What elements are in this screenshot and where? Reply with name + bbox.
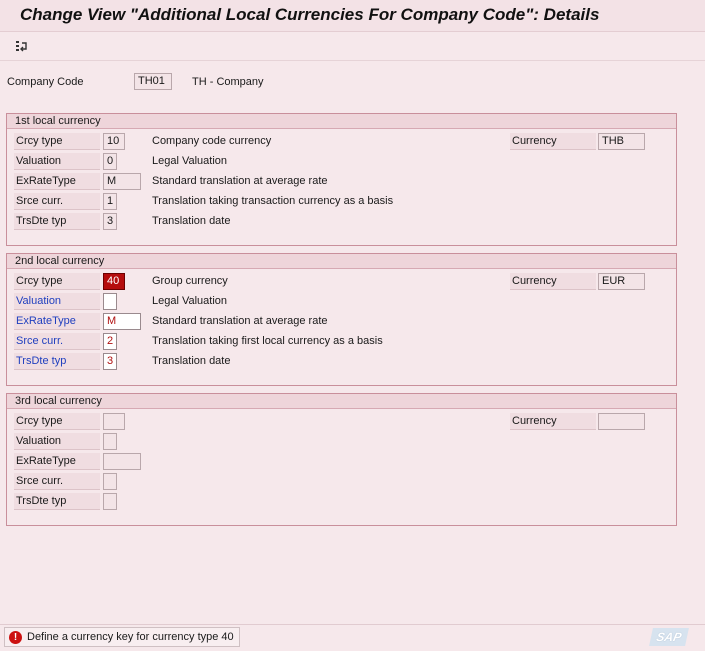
sap-logo: SAP [649, 628, 689, 646]
exrate-type-label: ExRateType [14, 453, 100, 470]
company-name: TH - Company [192, 76, 264, 88]
exrate-type-field[interactable] [103, 453, 141, 470]
trsdte-typ-label: TrsDte typ [14, 213, 100, 230]
company-code-label: Company Code [7, 76, 84, 88]
group-1st-local-currency: 1st local currency Crcy type 10 Company … [6, 113, 677, 246]
srce-curr-label: Srce curr. [14, 473, 100, 490]
trsdte-typ-label: TrsDte typ [14, 353, 100, 370]
status-message-text: Define a currency key for currency type … [27, 631, 234, 643]
trsdte-typ-desc: Translation date [152, 355, 231, 367]
crcy-type-desc: Company code currency [152, 135, 272, 147]
valuation-label: Valuation [14, 153, 100, 170]
crcy-type-label: Crcy type [14, 273, 100, 290]
currency-label: Currency [510, 273, 596, 290]
valuation-field[interactable] [103, 433, 117, 450]
exrate-type-field[interactable]: M [103, 313, 141, 330]
group-3rd-local-currency: 3rd local currency Crcy type Currency Va… [6, 393, 677, 526]
exrate-type-desc: Standard translation at average rate [152, 175, 328, 187]
main-area: Company Code TH01 TH - Company 1st local… [0, 62, 705, 622]
valuation-field[interactable] [103, 293, 117, 310]
exrate-type-desc: Standard translation at average rate [152, 315, 328, 327]
valuation-field[interactable]: 0 [103, 153, 117, 170]
exrate-type-label: ExRateType [14, 313, 100, 330]
srce-curr-desc: Translation taking first local currency … [152, 335, 383, 347]
valuation-label: Valuation [14, 433, 100, 450]
currency-label: Currency [510, 413, 596, 430]
srce-curr-field[interactable] [103, 473, 117, 490]
trsdte-typ-field[interactable] [103, 493, 117, 510]
group-title: 1st local currency [7, 114, 676, 129]
srce-curr-desc: Translation taking transaction currency … [152, 195, 394, 207]
exrate-type-field[interactable]: M [103, 173, 141, 190]
trsdte-typ-label: TrsDte typ [14, 493, 100, 510]
valuation-label: Valuation [14, 293, 100, 310]
valuation-desc: Legal Valuation [152, 155, 228, 167]
srce-curr-label: Srce curr. [14, 333, 100, 350]
application-toolbar [0, 33, 705, 61]
page-title: Change View "Additional Local Currencies… [20, 5, 600, 24]
crcy-type-label: Crcy type [14, 413, 100, 430]
company-code-field[interactable]: TH01 [134, 73, 172, 90]
other-entry-icon[interactable] [14, 39, 30, 55]
crcy-type-field[interactable]: 40 [103, 273, 125, 290]
group-2nd-local-currency: 2nd local currency Crcy type 40 Group cu… [6, 253, 677, 386]
group-title: 3rd local currency [7, 394, 676, 409]
currency-field[interactable]: EUR [598, 273, 645, 290]
error-icon: ! [9, 631, 22, 644]
trsdte-typ-field[interactable]: 3 [103, 213, 117, 230]
title-bar: Change View "Additional Local Currencies… [0, 0, 705, 32]
crcy-type-field[interactable] [103, 413, 125, 430]
currency-field[interactable]: THB [598, 133, 645, 150]
exrate-type-label: ExRateType [14, 173, 100, 190]
trsdte-typ-desc: Translation date [152, 215, 231, 227]
crcy-type-desc: Group currency [152, 275, 228, 287]
srce-curr-field[interactable]: 2 [103, 333, 117, 350]
currency-label: Currency [510, 133, 596, 150]
srce-curr-field[interactable]: 1 [103, 193, 117, 210]
valuation-desc: Legal Valuation [152, 295, 228, 307]
crcy-type-label: Crcy type [14, 133, 100, 150]
status-message[interactable]: ! Define a currency key for currency typ… [4, 627, 240, 647]
status-bar: ! Define a currency key for currency typ… [0, 624, 705, 651]
trsdte-typ-field[interactable]: 3 [103, 353, 117, 370]
crcy-type-field[interactable]: 10 [103, 133, 125, 150]
currency-field[interactable] [598, 413, 645, 430]
group-title: 2nd local currency [7, 254, 676, 269]
srce-curr-label: Srce curr. [14, 193, 100, 210]
